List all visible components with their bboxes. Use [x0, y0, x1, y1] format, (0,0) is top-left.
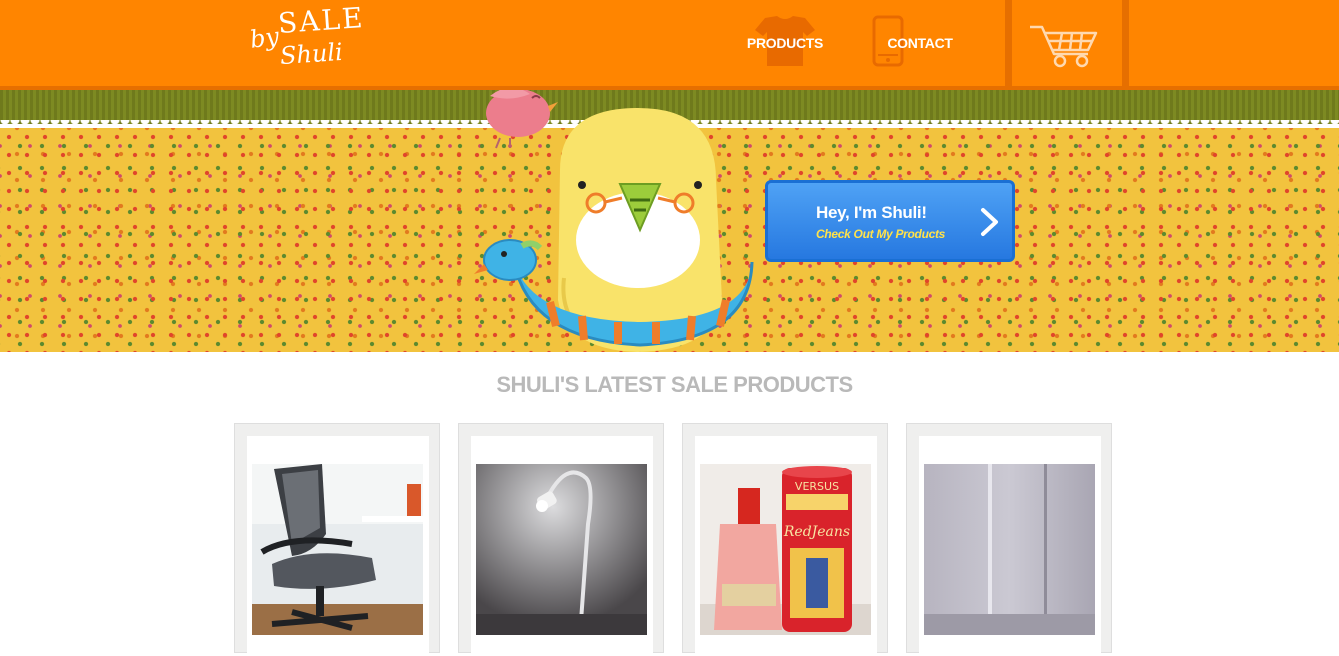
nav-contact[interactable]: CONTACT [860, 0, 980, 86]
nav-products-label: PRODUCTS [746, 35, 824, 51]
wall-closet-photo [924, 464, 1095, 635]
nav-products[interactable]: PRODUCTS [725, 0, 845, 86]
hero-banner: Hey, I'm Shuli! Check Out My Products [0, 90, 1339, 352]
header-divider [1122, 0, 1129, 86]
header-divider [1005, 0, 1012, 86]
nav-contact-label: CONTACT [887, 35, 953, 51]
shopping-cart-icon [1030, 25, 1098, 68]
cart-button[interactable] [1012, 0, 1124, 86]
site-logo[interactable]: by SALE Shuli [248, 1, 365, 76]
latest-products-title: SHULI'S LATEST SALE PRODUCTS [496, 372, 853, 397]
product-card[interactable] [234, 423, 440, 656]
product-card[interactable] [458, 423, 664, 656]
mascot-chick-illustration [474, 90, 754, 352]
site-header: by SALE Shuli PRODUCTS CONTACT [0, 0, 1339, 90]
product-card[interactable] [906, 423, 1112, 656]
product-card-inner: VERSUS RedJeans [695, 436, 877, 656]
cta-check-out-products-button[interactable]: Hey, I'm Shuli! Check Out My Products [765, 180, 1015, 262]
cta-title: Hey, I'm Shuli! [816, 203, 927, 222]
product-card-inner [471, 436, 653, 656]
logo-by-text: by [248, 22, 281, 54]
logo-shuli-text: Shuli [279, 37, 344, 71]
chevron-right-icon [981, 208, 998, 236]
product-card-inner [247, 436, 429, 656]
svg-text:VERSUS: VERSUS [795, 480, 839, 493]
desk-lamp-photo [476, 464, 647, 635]
product-card-inner [919, 436, 1101, 656]
office-chair-photo [252, 464, 423, 635]
pink-bird-icon [486, 90, 558, 149]
logo-sale-text: SALE [276, 1, 366, 40]
versus-red-jeans-perfume-photo: VERSUS RedJeans [700, 464, 871, 635]
product-card[interactable]: VERSUS RedJeans [682, 423, 888, 656]
svg-text:RedJeans: RedJeans [783, 524, 850, 540]
cta-subtitle: Check Out My Products [816, 227, 946, 241]
